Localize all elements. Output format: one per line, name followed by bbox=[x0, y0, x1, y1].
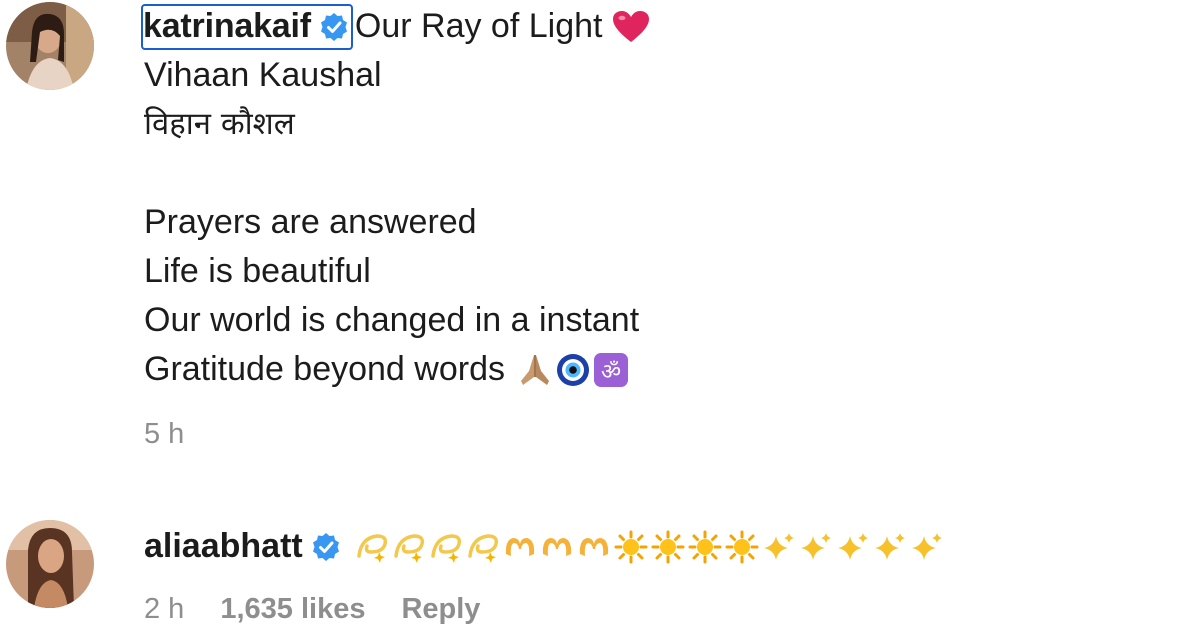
comment-line: Prayers are answered bbox=[144, 203, 477, 241]
sun-emoji-icon bbox=[651, 530, 685, 563]
emoji-row bbox=[355, 530, 944, 564]
comment-body: katrinakaif Our Ray of Light Vihaan Kaus… bbox=[141, 2, 650, 454]
sparkles-emoji-icon bbox=[763, 532, 794, 560]
sun-emoji-icon bbox=[725, 530, 759, 563]
dizzy-emoji-icon bbox=[393, 533, 424, 563]
nazar-amulet-emoji-icon bbox=[556, 353, 589, 386]
comment-blank-line bbox=[144, 149, 650, 198]
dizzy-emoji-icon bbox=[467, 533, 498, 563]
comment-line: Life is beautiful bbox=[144, 252, 371, 290]
comment-timestamp[interactable]: 2 h bbox=[144, 593, 184, 626]
heart-hands-emoji-icon bbox=[505, 537, 534, 556]
likes-count[interactable]: 1,635 likes bbox=[220, 593, 365, 626]
username-highlight[interactable]: katrinakaif bbox=[141, 3, 353, 50]
sparkles-emoji-icon bbox=[911, 532, 942, 560]
comment-line: Gratitude beyond words bbox=[144, 350, 505, 388]
avatar-image bbox=[6, 2, 94, 90]
sun-emoji-icon bbox=[688, 530, 722, 563]
folded-hands-emoji-icon bbox=[520, 354, 549, 385]
comment-line: Our world is changed in a instant bbox=[144, 301, 640, 339]
sun-emoji-icon bbox=[614, 530, 648, 563]
dizzy-emoji-icon bbox=[430, 533, 461, 563]
comment-line: विहान कौशल bbox=[144, 106, 295, 142]
sparkles-emoji-icon bbox=[800, 532, 831, 560]
comment-last-line: Gratitude beyond words ॐ bbox=[144, 345, 650, 394]
sparkles-emoji-icon bbox=[837, 532, 868, 560]
comment-timestamp[interactable]: 5 h bbox=[144, 418, 184, 451]
om-emoji-icon: ॐ bbox=[593, 352, 628, 387]
dizzy-emoji-icon bbox=[356, 533, 387, 563]
svg-text:ॐ: ॐ bbox=[601, 360, 621, 385]
username[interactable]: aliaabhatt bbox=[144, 527, 303, 566]
verified-badge-icon bbox=[320, 12, 347, 41]
avatar-image bbox=[6, 520, 94, 608]
heart-hands-emoji-icon bbox=[579, 537, 608, 556]
comment-meta: 2 h 1,635 likes Reply bbox=[144, 589, 944, 629]
avatar[interactable] bbox=[6, 520, 94, 608]
comment-item: katrinakaif Our Ray of Light Vihaan Kaus… bbox=[0, 0, 1200, 470]
avatar[interactable] bbox=[6, 2, 94, 90]
comment-meta: 5 h bbox=[144, 414, 650, 454]
comment-line: Vihaan Kaushal bbox=[144, 56, 382, 94]
comment-item: aliaabhatt 2 h 1,635 likes Reply bbox=[0, 500, 1200, 639]
comment-text: Our Ray of Light bbox=[354, 7, 603, 45]
comment-first-line: katrinakaif Our Ray of Light bbox=[141, 2, 650, 51]
verified-badge-icon bbox=[312, 532, 339, 561]
username[interactable]: katrinakaif bbox=[143, 7, 311, 46]
sparkles-emoji-icon bbox=[874, 532, 905, 560]
comment-body: aliaabhatt 2 h 1,635 likes Reply bbox=[144, 522, 944, 629]
heart-hands-emoji-icon bbox=[542, 537, 571, 556]
emoji-group: ॐ bbox=[517, 352, 629, 388]
comment-first-line: aliaabhatt bbox=[144, 522, 944, 571]
heart-emoji-icon bbox=[613, 10, 650, 42]
reply-button[interactable]: Reply bbox=[401, 593, 480, 626]
